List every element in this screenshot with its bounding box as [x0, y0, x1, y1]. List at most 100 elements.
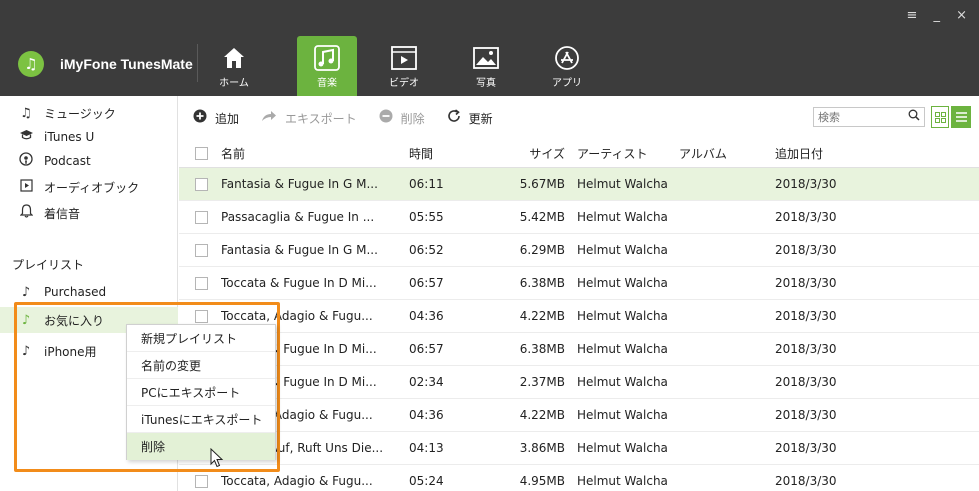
cell-artist: Helmut Walcha	[577, 441, 668, 455]
cell-artist: Helmut Walcha	[577, 474, 668, 488]
cell-name: Toccata & Fugue In D Mi...	[221, 276, 377, 290]
sidebar-item-label: Podcast	[44, 154, 91, 168]
song-table: 名前 時間 サイズ アーティスト アルバム 追加日付 Fantasia & Fu…	[179, 140, 979, 491]
menu-item-rename[interactable]: 名前の変更	[127, 352, 275, 379]
window-controls[interactable]: ≡ _ ×	[906, 8, 973, 23]
cell-size: 4.95MB	[519, 474, 565, 488]
cell-time: 06:57	[409, 342, 444, 356]
cell-time: 06:57	[409, 276, 444, 290]
tab-photos[interactable]: 写真	[456, 36, 516, 96]
table-row[interactable]: Toccata, Adagio & Fugu... 04:36 4.22MB Helm…	[179, 399, 979, 432]
grid-view-icon[interactable]	[931, 106, 949, 128]
cell-time: 04:36	[409, 408, 444, 422]
tab-home[interactable]: ホーム	[204, 36, 264, 96]
row-checkbox[interactable]	[195, 309, 208, 323]
search-icon[interactable]	[908, 109, 920, 124]
search-box	[813, 107, 925, 127]
brand: ♫ iMyFone TunesMate	[18, 50, 193, 78]
delete-button[interactable]: 削除	[379, 109, 425, 127]
sidebar-item-label: iPhone用	[44, 344, 97, 359]
cell-name: Fantasia & Fugue In G M...	[221, 177, 378, 191]
cell-size: 6.38MB	[519, 342, 565, 356]
sidebar-playlist-purchased[interactable]: ♪ Purchased	[0, 279, 178, 305]
cell-artist: Helmut Walcha	[577, 342, 668, 356]
cell-size: 6.29MB	[519, 243, 565, 257]
row-checkbox[interactable]	[195, 243, 208, 257]
cell-date-added: 2018/3/30	[775, 177, 837, 191]
menu-item-new-playlist[interactable]: 新規プレイリスト	[127, 325, 275, 352]
table-row[interactable]: Passacaglia & Fugue In ... 05:55 5.42MB Hel…	[179, 201, 979, 234]
row-checkbox[interactable]	[195, 276, 208, 290]
cell-artist: Helmut Walcha	[577, 243, 668, 257]
sidebar-item-label: ミュージック	[44, 106, 116, 121]
note-icon: ♪	[21, 284, 31, 300]
cell-size: 3.86MB	[519, 441, 565, 455]
cell-name: Passacaglia & Fugue In ...	[221, 210, 375, 224]
column-header-date-added[interactable]: 追加日付	[775, 145, 865, 162]
tab-music[interactable]: 音楽	[297, 36, 357, 96]
cell-size: 2.37MB	[519, 375, 565, 389]
sidebar-item-ringtones[interactable]: 着信音	[0, 200, 178, 226]
cell-date-added: 2018/3/30	[775, 276, 837, 290]
cell-date-added: 2018/3/30	[775, 408, 837, 422]
cell-time: 06:11	[409, 177, 444, 191]
cell-time: 06:52	[409, 243, 444, 257]
list-view-icon[interactable]	[951, 106, 971, 128]
note-icon: ♪	[21, 312, 31, 328]
sidebar-item-label: 着信音	[44, 206, 81, 221]
cell-artist: Helmut Walcha	[577, 375, 668, 389]
export-arrow-icon	[261, 110, 277, 126]
table-row[interactable]: Toccata & Fugue In D Mi... 06:57 6.38MB Hel…	[179, 333, 979, 366]
row-checkbox[interactable]	[195, 177, 208, 191]
bell-icon	[18, 204, 34, 222]
cell-artist: Helmut Walcha	[577, 408, 668, 422]
table-row[interactable]: Fantasia & Fugue In G M... 06:11 5.67MB Hel…	[179, 168, 979, 201]
cell-artist: Helmut Walcha	[577, 276, 668, 290]
tab-video[interactable]: ビデオ	[374, 36, 434, 96]
app-header: ≡ _ × ♫ iMyFone TunesMate ホーム 音楽 ビデオ 写真 …	[0, 0, 979, 96]
menu-item-export-to-itunes[interactable]: iTunesにエキスポート	[127, 406, 275, 433]
column-header-time[interactable]: 時間	[409, 145, 469, 162]
sidebar-item-label: オーディオブック	[44, 180, 140, 195]
column-header-artist[interactable]: アーティスト	[577, 145, 677, 162]
column-header-size[interactable]: サイズ	[495, 145, 565, 162]
tab-apps[interactable]: アプリ	[537, 36, 597, 96]
export-button[interactable]: エキスポート	[261, 110, 357, 127]
refresh-button[interactable]: 更新	[447, 109, 493, 127]
cell-size: 6.38MB	[519, 276, 565, 290]
table-row[interactable]: Toccata, Adagio & Fugu... 04:36 4.22MB Helm…	[179, 300, 979, 333]
video-icon	[389, 44, 419, 72]
row-checkbox[interactable]	[195, 210, 208, 224]
menu-item-export-to-pc[interactable]: PCにエキスポート	[127, 379, 275, 406]
cell-date-added: 2018/3/30	[775, 474, 837, 488]
sidebar-item-itunes-u[interactable]: iTunes U	[0, 124, 178, 150]
context-menu: 新規プレイリスト 名前の変更 PCにエキスポート iTunesにエキスポート 削…	[126, 324, 276, 460]
cell-size: 5.67MB	[519, 177, 565, 191]
table-row[interactable]: Toccata & Fugue In D Mi... 02:34 2.37MB Hel…	[179, 366, 979, 399]
table-row[interactable]: Toccata & Fugue In D Mi... 06:57 6.38MB Hel…	[179, 267, 979, 300]
column-header-name[interactable]: 名前	[221, 145, 391, 162]
app-name: iMyFone TunesMate	[60, 56, 193, 72]
add-button[interactable]: 追加	[193, 109, 239, 127]
playlist-heading: プレイリスト	[12, 258, 85, 272]
music-note-icon: ♫	[20, 105, 32, 121]
table-row[interactable]: Wachet Auf, Ruft Uns Die... 04:13 3.86MB He…	[179, 432, 979, 465]
sidebar-item-audiobook[interactable]: オーディオブック	[0, 174, 178, 200]
cell-date-added: 2018/3/30	[775, 243, 837, 257]
cell-date-added: 2018/3/30	[775, 309, 837, 323]
cell-artist: Helmut Walcha	[577, 177, 668, 191]
toolbar: 追加 エキスポート 削除 更新	[179, 96, 979, 140]
select-all-checkbox[interactable]	[195, 147, 208, 160]
search-input[interactable]	[818, 110, 898, 124]
cell-time: 04:13	[409, 441, 444, 455]
menu-item-delete[interactable]: 削除	[127, 433, 275, 460]
sidebar-item-podcast[interactable]: Podcast	[0, 148, 178, 174]
sidebar-item-music[interactable]: ♫ ミュージック	[0, 100, 178, 126]
column-header-album[interactable]: アルバム	[679, 145, 759, 162]
app-logo-icon: ♫	[18, 51, 44, 77]
table-row[interactable]: Toccata, Adagio & Fugu... 05:24 4.95MB Helm…	[179, 465, 979, 491]
table-row[interactable]: Fantasia & Fugue In G M... 06:52 6.29MB Hel…	[179, 234, 979, 267]
cell-date-added: 2018/3/30	[775, 342, 837, 356]
cell-name: Toccata, Adagio & Fugu...	[221, 474, 373, 488]
row-checkbox[interactable]	[195, 474, 208, 488]
